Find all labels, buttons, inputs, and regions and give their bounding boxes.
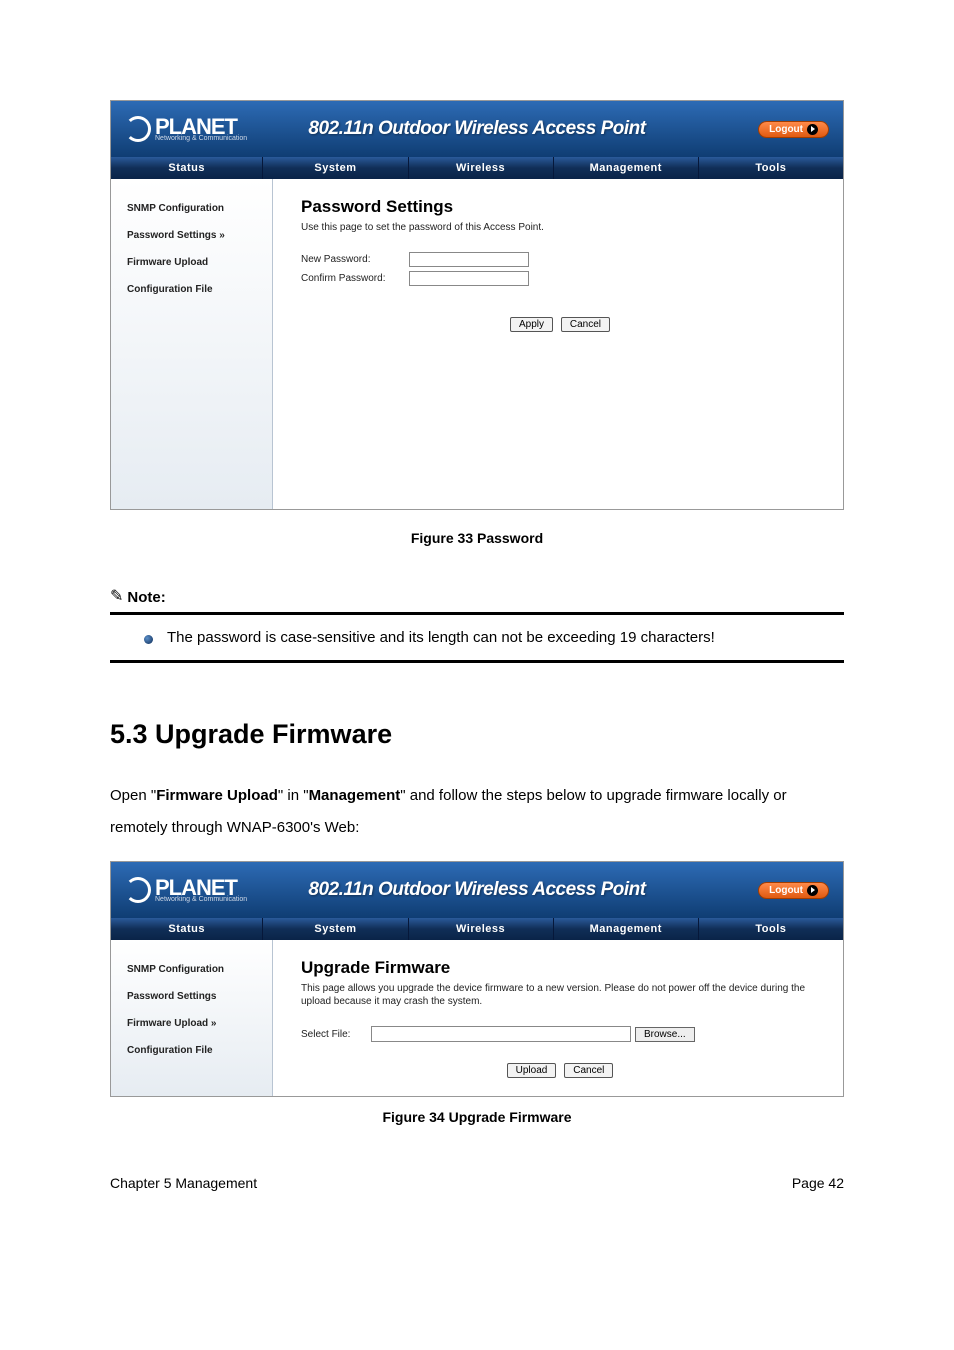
logout-label: Logout — [769, 124, 803, 135]
label-new-password: New Password: — [301, 254, 409, 265]
brand-logo: PLANET Networking & Communication — [125, 116, 247, 142]
sidebar-item-firmware[interactable]: Firmware Upload — [111, 1010, 272, 1037]
nav-tools[interactable]: Tools — [699, 157, 843, 179]
footer-left: Chapter 5 Management — [110, 1175, 257, 1191]
note-bullet-row: The password is case-sensitive and its l… — [144, 629, 832, 646]
play-icon — [807, 124, 818, 135]
nav-wireless[interactable]: Wireless — [409, 918, 554, 940]
nav-wireless[interactable]: Wireless — [409, 157, 554, 179]
content-pane: Password Settings Use this page to set t… — [273, 179, 843, 509]
page-description: This page allows you upgrade the device … — [301, 982, 819, 1008]
sidebar-item-password[interactable]: Password Settings — [111, 222, 272, 249]
input-confirm-password[interactable] — [409, 271, 529, 286]
section-paragraph: Open "Firmware Upload" in "Management" a… — [110, 780, 844, 843]
note-header: ✎ Note: — [110, 586, 844, 606]
logo-icon — [125, 877, 151, 903]
cancel-button[interactable]: Cancel — [561, 317, 610, 332]
note-text: The password is case-sensitive and its l… — [167, 629, 715, 646]
main-nav: Status System Wireless Management Tools — [111, 918, 843, 940]
sidebar-item-config[interactable]: Configuration File — [111, 276, 272, 303]
button-row: Upload Cancel — [301, 1060, 819, 1078]
note-box: The password is case-sensitive and its l… — [110, 612, 844, 663]
figure-caption-33: Figure 33 Password — [110, 530, 844, 546]
sidebar: SNMP Configuration Password Settings Fir… — [111, 940, 273, 1096]
app-body: SNMP Configuration Password Settings Fir… — [111, 179, 843, 509]
nav-management[interactable]: Management — [554, 157, 699, 179]
sidebar-item-password[interactable]: Password Settings — [111, 983, 272, 1010]
sidebar: SNMP Configuration Password Settings Fir… — [111, 179, 273, 509]
app-header: PLANET Networking & Communication 802.11… — [111, 862, 843, 918]
pencil-icon: ✎ — [110, 586, 123, 606]
button-row: Apply Cancel — [301, 314, 819, 332]
logout-label: Logout — [769, 885, 803, 896]
logo-subtext: Networking & Communication — [155, 135, 247, 142]
banner-title: 802.11n Outdoor Wireless Access Point — [308, 118, 645, 140]
sidebar-item-firmware[interactable]: Firmware Upload — [111, 249, 272, 276]
footer-right: Page 42 — [792, 1175, 844, 1191]
row-new-password: New Password: — [301, 252, 819, 267]
sidebar-item-snmp[interactable]: SNMP Configuration — [111, 956, 272, 983]
sidebar-item-config[interactable]: Configuration File — [111, 1037, 272, 1064]
nav-tools[interactable]: Tools — [699, 918, 843, 940]
apply-button[interactable]: Apply — [510, 317, 553, 332]
upload-button[interactable]: Upload — [507, 1063, 557, 1078]
logo-subtext: Networking & Communication — [155, 896, 247, 903]
app-body: SNMP Configuration Password Settings Fir… — [111, 940, 843, 1096]
screenshot-upgrade: PLANET Networking & Communication 802.11… — [110, 861, 844, 1097]
section-heading: 5.3 Upgrade Firmware — [110, 719, 844, 750]
logout-button[interactable]: Logout — [758, 121, 829, 138]
page-footer: Chapter 5 Management Page 42 — [110, 1175, 844, 1191]
main-nav: Status System Wireless Management Tools — [111, 157, 843, 179]
sidebar-item-snmp[interactable]: SNMP Configuration — [111, 195, 272, 222]
nav-status[interactable]: Status — [111, 918, 263, 940]
browse-button[interactable]: Browse... — [635, 1027, 695, 1042]
page-description: Use this page to set the password of thi… — [301, 221, 819, 234]
cancel-button[interactable]: Cancel — [564, 1063, 613, 1078]
logout-button[interactable]: Logout — [758, 882, 829, 899]
row-confirm-password: Confirm Password: — [301, 271, 819, 286]
nav-system[interactable]: System — [263, 918, 408, 940]
input-new-password[interactable] — [409, 252, 529, 267]
nav-system[interactable]: System — [263, 157, 408, 179]
label-confirm-password: Confirm Password: — [301, 273, 409, 284]
bullet-icon — [144, 635, 153, 644]
app-header: PLANET Networking & Communication 802.11… — [111, 101, 843, 157]
brand-logo: PLANET Networking & Communication — [125, 877, 247, 903]
label-select-file: Select File: — [301, 1029, 371, 1040]
content-pane: Upgrade Firmware This page allows you up… — [273, 940, 843, 1096]
nav-management[interactable]: Management — [554, 918, 699, 940]
page-title: Upgrade Firmware — [301, 958, 819, 978]
play-icon — [807, 885, 818, 896]
page-title: Password Settings — [301, 197, 819, 217]
input-file-path[interactable] — [371, 1026, 631, 1042]
screenshot-password: PLANET Networking & Communication 802.11… — [110, 100, 844, 510]
banner-title: 802.11n Outdoor Wireless Access Point — [308, 879, 645, 901]
nav-status[interactable]: Status — [111, 157, 263, 179]
figure-caption-34: Figure 34 Upgrade Firmware — [110, 1109, 844, 1125]
row-select-file: Select File: Browse... — [301, 1026, 819, 1042]
logo-icon — [125, 116, 151, 142]
note-label: Note: — [127, 589, 165, 606]
